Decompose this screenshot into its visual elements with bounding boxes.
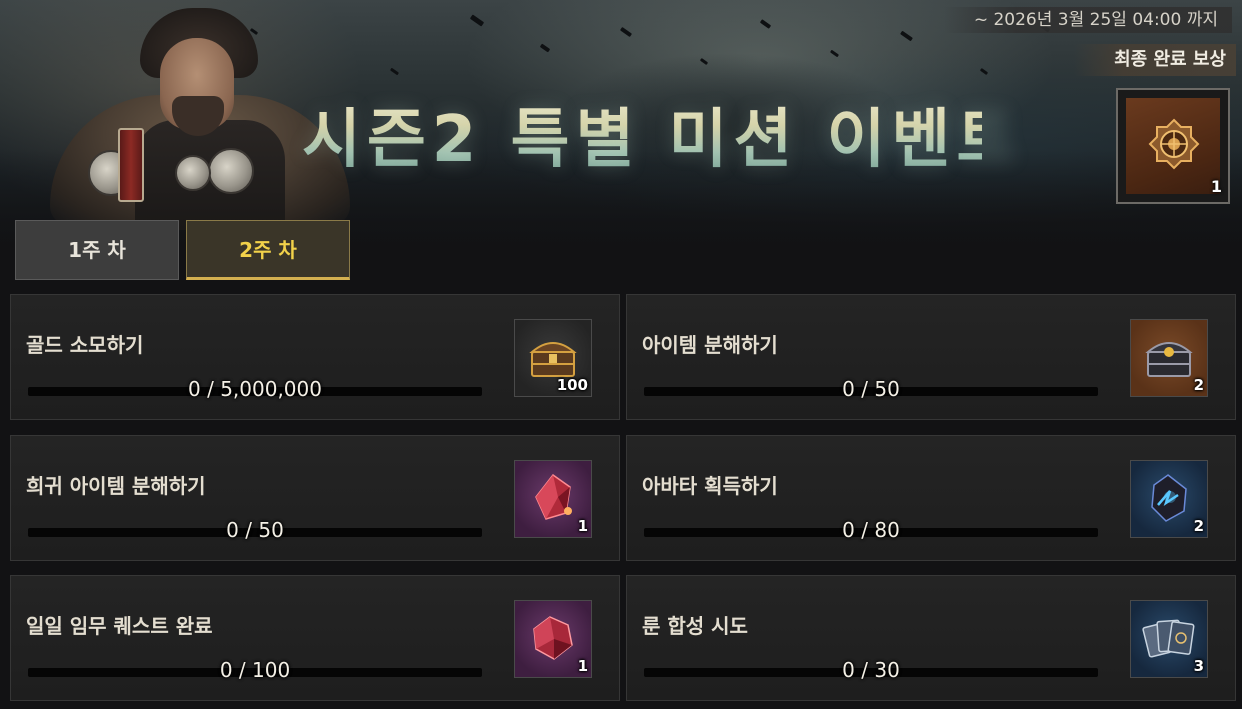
dark-gem-icon [1151,474,1187,522]
mission-card: 일일 임무 퀘스트 완료 0 / 100 1 [10,575,620,701]
mission-name: 일일 임무 퀘스트 완료 [26,614,213,638]
mission-name: 룬 합성 시도 [642,614,748,638]
mission-progress: 0 / 30 [842,658,900,682]
mission-card: 아바타 획득하기 0 / 80 2 [626,435,1236,561]
reward-slot[interactable]: 1 [514,460,592,538]
reward-slot[interactable]: 100 [514,319,592,397]
event-title: 시즌2 특별 미션 이벤트 [302,88,1015,180]
reward-slot[interactable]: 2 [1130,460,1208,538]
final-reward-label: 최종 완료 보상 [1074,44,1236,76]
mission-progress: 0 / 80 [842,518,900,542]
reward-count: 3 [1193,657,1204,675]
reward-slot[interactable]: 1 [514,600,592,678]
mission-name: 아바타 획득하기 [642,474,778,498]
reward-count: 1 [577,517,588,535]
reward-count: 2 [1193,376,1204,394]
mission-card: 룬 합성 시도 0 / 30 3 [626,575,1236,701]
red-crystal-icon [533,616,573,660]
rune-cards-icon [1142,619,1195,658]
mission-card: 희귀 아이템 분해하기 0 / 50 1 [10,435,620,561]
mission-name: 골드 소모하기 [26,333,144,357]
mission-card: 아이템 분해하기 0 / 50 2 [626,294,1236,420]
tab-week-1[interactable]: 1주 차 [15,220,179,280]
emblem-icon [1148,118,1200,170]
debris-shard [389,67,400,76]
mission-name: 아이템 분해하기 [642,333,778,357]
mission-progress: 0 / 50 [842,377,900,401]
red-crystal-icon [535,473,572,520]
final-reward-slot[interactable]: 1 [1116,88,1230,204]
mission-name: 희귀 아이템 분해하기 [26,474,206,498]
mission-progress: 0 / 5,000,000 [188,377,322,401]
reward-slot[interactable]: 3 [1130,600,1208,678]
reward-slot[interactable]: 2 [1130,319,1208,397]
tab-week-2[interactable]: 2주 차 [186,220,350,280]
event-deadline: ~ 2026년 3월 25일 04:00 까지 [943,7,1232,33]
mission-card: 골드 소모하기 0 / 5,000,000 100 [10,294,620,420]
reward-count: 2 [1193,517,1204,535]
final-reward-count: 1 [1210,177,1222,196]
reward-count: 100 [556,376,588,394]
mission-progress: 0 / 50 [226,518,284,542]
treasure-chest-icon [1145,342,1193,377]
reward-count: 1 [577,657,588,675]
mission-progress: 0 / 100 [219,658,291,682]
